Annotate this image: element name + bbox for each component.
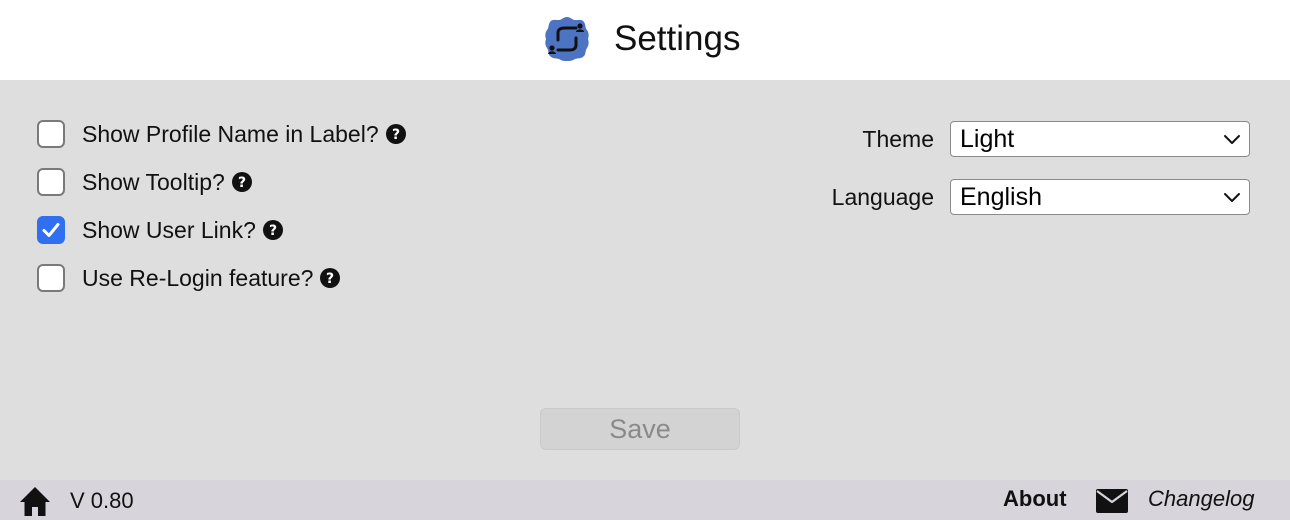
mail-icon[interactable] xyxy=(1095,488,1129,514)
svg-text:?: ? xyxy=(326,271,334,287)
option-show-tooltip: Show Tooltip? ? xyxy=(37,166,252,198)
language-label: Language xyxy=(831,184,934,210)
svg-text:?: ? xyxy=(269,223,277,239)
theme-label: Theme xyxy=(862,126,934,152)
use-relogin-checkbox[interactable] xyxy=(37,264,65,292)
page-title: Settings xyxy=(614,19,741,58)
svg-text:?: ? xyxy=(392,127,400,143)
chevron-down-icon xyxy=(1223,191,1241,203)
chevron-down-icon xyxy=(1223,133,1241,145)
help-icon[interactable]: ? xyxy=(262,220,283,240)
svg-text:?: ? xyxy=(238,175,246,191)
theme-select[interactable]: Light xyxy=(950,121,1250,157)
option-show-user-link: Show User Link? ? xyxy=(37,214,283,246)
profile-switch-logo-icon xyxy=(545,17,589,61)
show-profile-name-checkbox[interactable] xyxy=(37,120,65,148)
theme-select-value: Light xyxy=(960,124,1015,153)
language-select[interactable]: English xyxy=(950,179,1250,215)
help-icon[interactable]: ? xyxy=(385,124,406,144)
save-button[interactable]: Save xyxy=(540,408,740,450)
option-label: Show Profile Name in Label? xyxy=(82,121,379,147)
show-tooltip-checkbox[interactable] xyxy=(37,168,65,196)
about-link[interactable]: About xyxy=(1003,486,1067,512)
language-select-value: English xyxy=(960,182,1042,211)
version-label: V 0.80 xyxy=(70,488,134,513)
help-icon[interactable]: ? xyxy=(231,172,252,192)
show-user-link-checkbox[interactable] xyxy=(37,216,65,244)
option-label: Show User Link? xyxy=(82,217,256,243)
settings-window: Settings Show Profile Name in Label? ? S… xyxy=(0,0,1290,520)
footer: V 0.80 About Changelog xyxy=(0,480,1290,520)
option-label: Use Re-Login feature? xyxy=(82,265,314,291)
header: Settings xyxy=(0,0,1290,80)
help-icon[interactable]: ? xyxy=(320,268,341,288)
changelog-link[interactable]: Changelog xyxy=(1148,486,1254,512)
home-icon[interactable] xyxy=(18,485,52,517)
checkmark-icon xyxy=(42,223,60,237)
option-show-profile-name: Show Profile Name in Label? ? xyxy=(37,118,406,150)
option-use-relogin: Use Re-Login feature? ? xyxy=(37,262,341,294)
option-label: Show Tooltip? xyxy=(82,169,225,195)
